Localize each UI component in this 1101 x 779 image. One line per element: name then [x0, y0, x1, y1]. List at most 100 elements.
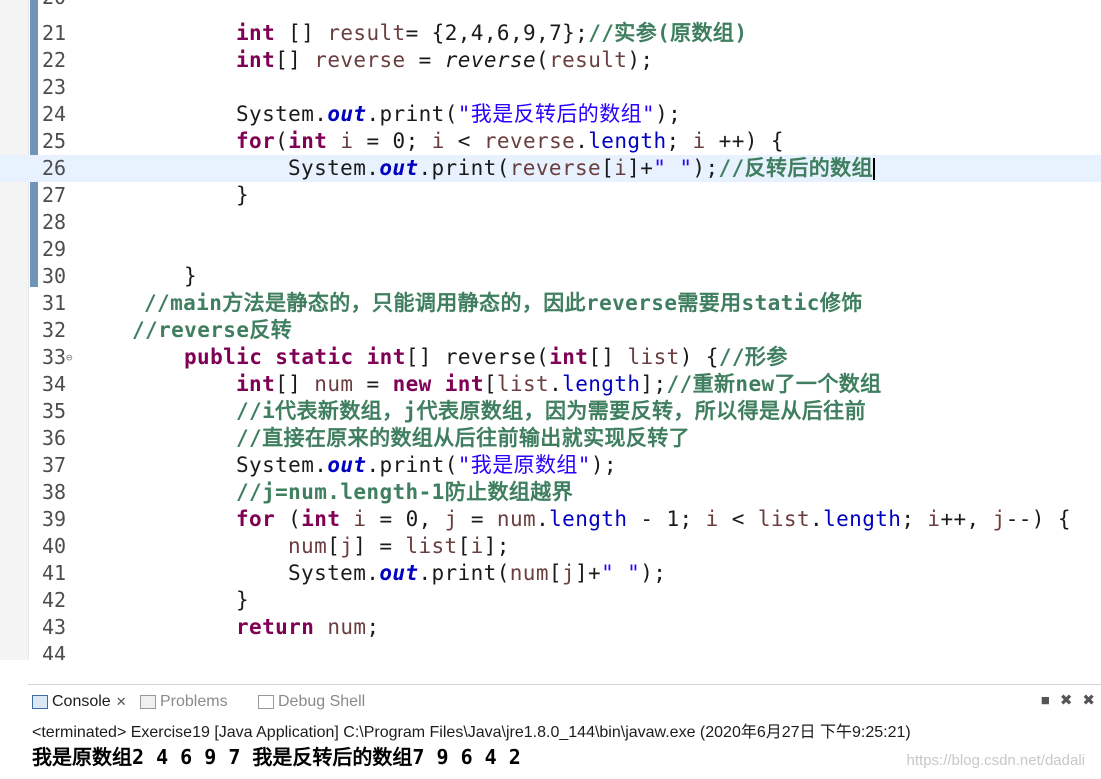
tab-problems-label: Problems — [160, 693, 228, 710]
text-caret — [873, 158, 875, 180]
code-token: System. — [288, 156, 380, 180]
line-number: 34 — [42, 372, 67, 396]
code-token: result — [549, 48, 628, 72]
code-text: System.out.print(num[j]+" "); — [288, 560, 666, 587]
code-line[interactable]: 37 System.out.print("我是原数组"); — [0, 452, 1101, 479]
code-token: out — [327, 102, 367, 126]
code-token: for — [236, 507, 276, 531]
code-token: i — [692, 129, 706, 153]
code-token: ( — [536, 48, 550, 72]
code-token: < — [444, 129, 484, 153]
line-number: 38 — [42, 480, 67, 504]
code-token: ]+ — [627, 156, 654, 180]
code-line[interactable]: 20 — [0, 0, 1101, 11]
code-token: //i代表新数组，j代表原数组，因为需要反转，所以得是从后往前 — [236, 399, 866, 423]
line-number: 31 — [42, 291, 67, 315]
code-token: " " — [653, 156, 693, 180]
console-status-line: <terminated> Exercise19 [Java Applicatio… — [32, 724, 911, 741]
code-line[interactable]: 38 //j=num.length-1防止数组越界 — [0, 479, 1101, 506]
code-token: num — [288, 534, 328, 558]
code-line[interactable]: 35 //i代表新数组，j代表原数组，因为需要反转，所以得是从后往前 — [0, 398, 1101, 425]
code-line[interactable]: 32 //reverse反转 — [0, 317, 1101, 344]
code-line[interactable]: 23 — [0, 74, 1101, 101]
code-token: //实参(原数组) — [588, 21, 748, 45]
code-token: reverse — [483, 129, 576, 153]
code-token: //reverse反转 — [132, 318, 293, 342]
code-text: } — [236, 587, 249, 614]
code-line[interactable]: 31 //main方法是静态的，只能调用静态的，因此reverse需要用stati… — [0, 290, 1101, 317]
code-line[interactable]: 36 //直接在原来的数组从后往前输出就实现反转了 — [0, 425, 1101, 452]
code-line[interactable]: 27} — [0, 182, 1101, 209]
code-line[interactable]: 28 — [0, 209, 1101, 236]
code-text: public static int[] reverse(int[] list) … — [184, 344, 788, 371]
code-line[interactable]: 41 System.out.print(num[j]+" "); — [0, 560, 1101, 587]
code-token: length — [549, 507, 628, 531]
remove-launch-icon[interactable]: ✖ — [1060, 692, 1073, 709]
code-token: ); — [655, 102, 682, 126]
code-token: ]; — [483, 534, 510, 558]
code-line[interactable]: 40 num[j] = list[i]; — [0, 533, 1101, 560]
code-line[interactable]: 39 for (int i = 0, j = num.length - 1; i … — [0, 506, 1101, 533]
code-token: //反转后的数组 — [718, 156, 873, 180]
code-token: public static int — [184, 345, 406, 369]
tab-debug-shell[interactable]: Debug Shell — [258, 691, 365, 713]
tab-console[interactable]: Console ✕ — [32, 691, 127, 713]
remove-all-icon[interactable]: ✖ — [1082, 692, 1095, 709]
code-token: } — [236, 588, 250, 612]
code-line[interactable]: 42} — [0, 587, 1101, 614]
code-line[interactable]: 25 for(int i = 0; i < reverse.length; i +… — [0, 128, 1101, 155]
tab-debug-shell-label: Debug Shell — [278, 693, 366, 710]
fold-toggle-icon[interactable]: ⊖ — [66, 344, 73, 371]
code-token: . — [575, 129, 589, 153]
scroll-left-arrow-icon[interactable]: < — [84, 659, 96, 660]
line-number: 22 — [42, 48, 67, 72]
code-token: length — [562, 372, 641, 396]
code-token: = 0; — [353, 129, 432, 153]
code-line[interactable]: 29 — [0, 236, 1101, 263]
code-token: int — [236, 21, 276, 45]
code-token: num — [314, 372, 354, 396]
code-token: ]+ — [575, 561, 602, 585]
code-token: ]; — [640, 372, 667, 396]
code-text: System.out.print(reverse[i]+" ");//反转后的数… — [288, 155, 875, 182]
code-token: ); — [590, 453, 617, 477]
code-line[interactable]: 44 — [0, 641, 1101, 660]
code-line[interactable]: 26 System.out.print(reverse[i]+" ");//反转后… — [0, 155, 1101, 182]
code-token: //j=num.length-1防止数组越界 — [236, 480, 574, 504]
code-text: for (int i = 0, j = num.length - 1; i < … — [236, 506, 1071, 533]
code-line[interactable]: 43 return num; — [0, 614, 1101, 641]
terminate-icon[interactable]: ■ — [1041, 692, 1050, 709]
code-line[interactable]: 30} — [0, 263, 1101, 290]
line-number: 27 — [42, 183, 67, 207]
code-text: //i代表新数组，j代表原数组，因为需要反转，所以得是从后往前 — [236, 398, 866, 425]
code-token: " " — [601, 561, 641, 585]
code-token: ( — [275, 507, 302, 531]
code-line[interactable]: 33 ⊖ public static int[] reverse(int[] lis… — [0, 344, 1101, 371]
code-editor[interactable]: 20 21int [] result= {2,4,6,9,7};//实参(原数组)… — [0, 0, 1101, 660]
code-token: int — [236, 48, 276, 72]
code-token: .print( — [366, 453, 458, 477]
code-token: j — [340, 534, 354, 558]
code-text: int[] reverse = reverse(result); — [236, 47, 653, 74]
code-token: ; — [666, 129, 693, 153]
line-number: 35 — [42, 399, 67, 423]
code-line[interactable]: 24 System.out.print("我是反转后的数组"); — [0, 101, 1101, 128]
code-line[interactable]: 34 int[] num = new int[list.length];//重新n… — [0, 371, 1101, 398]
code-token: i — [705, 507, 719, 531]
code-token: j — [444, 507, 458, 531]
code-token: = — [353, 372, 393, 396]
code-token: System. — [236, 102, 328, 126]
close-icon[interactable]: ✕ — [116, 694, 127, 709]
tab-problems[interactable]: Problems — [140, 691, 228, 713]
code-token: = — [405, 48, 445, 72]
code-line[interactable]: 22 int[] reverse = reverse(result); — [0, 47, 1101, 74]
code-token: --) { — [1005, 507, 1071, 531]
code-line[interactable]: 21 int [] result= {2,4,6,9,7};//实参(原数组) — [0, 20, 1101, 47]
code-token: - 1; — [627, 507, 706, 531]
line-number: 37 — [42, 453, 67, 477]
line-number: 43 — [42, 615, 67, 639]
code-token: list — [627, 345, 680, 369]
code-token: [ — [457, 534, 471, 558]
code-token: return — [236, 615, 315, 639]
